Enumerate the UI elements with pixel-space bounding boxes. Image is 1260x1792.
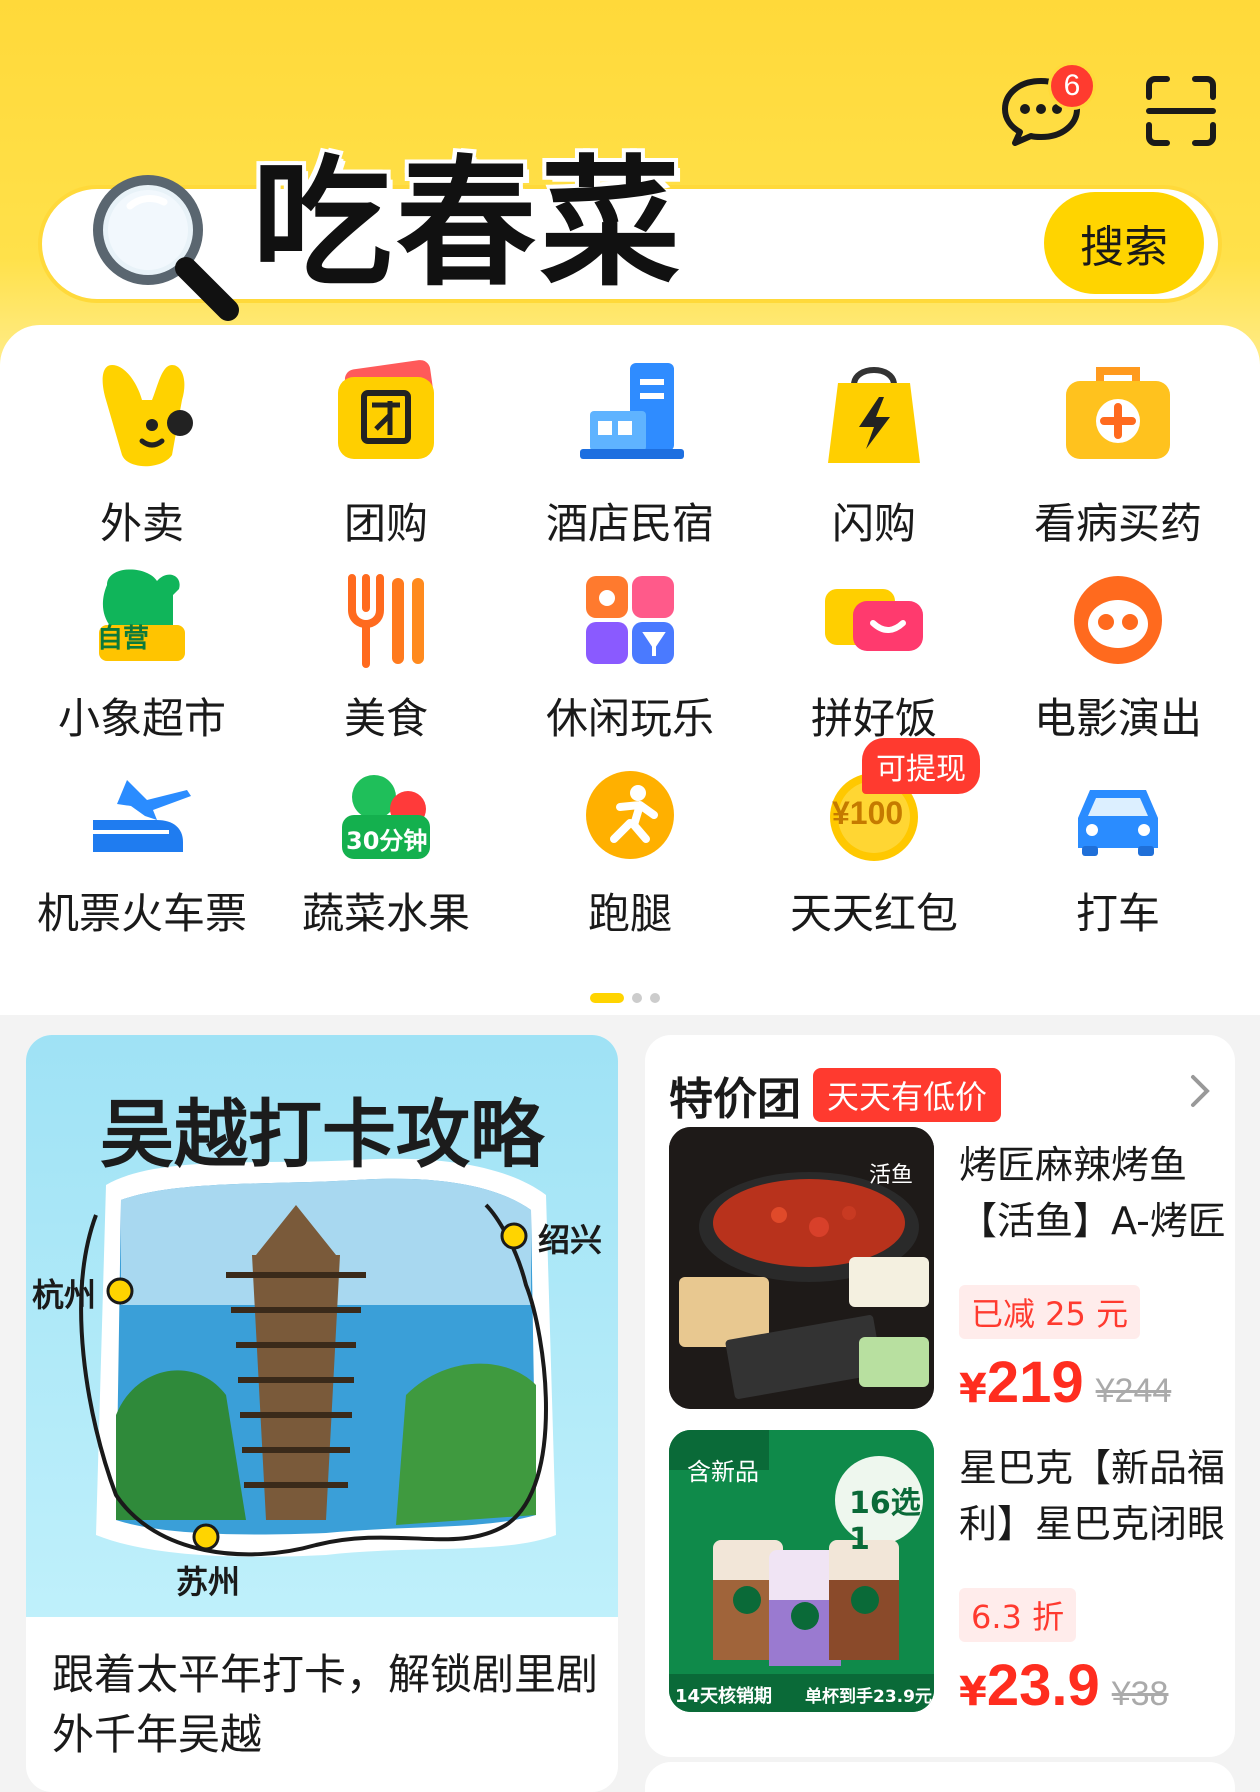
message-button[interactable]: 6 [1000, 62, 1096, 152]
category-label: 机票火车票 [36, 889, 247, 938]
category-hotel[interactable]: 酒店民宿 [508, 360, 752, 555]
scan-button[interactable] [1140, 70, 1222, 152]
banner-description: 跟着太平年打卡，解锁剧里剧外千年吴越 [52, 1650, 599, 1759]
fish-tag: 活鱼 [869, 1163, 914, 1188]
tuangou-icon [311, 345, 461, 485]
page-dot-active [590, 993, 624, 1003]
pinhaofan-icon [814, 560, 934, 680]
category-vegetable[interactable]: 30分钟 蔬菜水果 [264, 750, 508, 945]
deal-thumbnail: 活鱼 [669, 1127, 934, 1409]
deal-price: ¥23.9 ¥38 [959, 1652, 1168, 1719]
scan-icon [1146, 76, 1216, 146]
page-dot [632, 993, 642, 1003]
elephant-self-label: 自营 [97, 624, 150, 654]
special-deals-card: 特价团 天天有低价 活鱼 烤匠麻辣烤鱼【活鱼】A-烤匠 已减 25 元 ¥219… [645, 1035, 1235, 1757]
category-label: 休闲玩乐 [545, 694, 714, 743]
deal-item[interactable]: 含新品 16选1 14天核销期 单杯到手23.9元 星巴克【新品福利】星巴克闭眼… [669, 1430, 1225, 1718]
category-label: 外卖 [99, 499, 184, 548]
travel-banner-card[interactable]: 杭州 绍兴 苏州 吴越打卡攻略 跟着太平年打卡，解锁剧里剧外千年吴越 [26, 1035, 618, 1792]
category-pinhaofan[interactable]: 拼好饭 [752, 555, 996, 750]
category-leisure[interactable]: 休闲玩乐 [508, 555, 752, 750]
withdraw-tag: 可提现 [862, 738, 980, 794]
vegetable-time-label: 30分钟 [346, 827, 428, 855]
deals-tag: 天天有低价 [813, 1068, 1002, 1122]
category-red-packet[interactable]: ¥100 可提现 天天红包 [752, 738, 996, 945]
deal-name: 烤匠麻辣烤鱼【活鱼】A-烤匠 [959, 1143, 1226, 1243]
category-elephant-market[interactable]: 自营 小象超市 [20, 555, 264, 750]
pick-badge: 16选1 [849, 1486, 921, 1557]
category-label: 小象超市 [57, 694, 226, 743]
next-card-peek [645, 1762, 1235, 1792]
validity-label: 14天核销期 [675, 1686, 773, 1707]
city-hangzhou: 杭州 [32, 1276, 97, 1314]
category-movie[interactable]: 电影演出 [996, 555, 1240, 750]
magnifier-icon [93, 175, 239, 321]
hotel-icon [555, 345, 705, 485]
banner-title: 吴越打卡攻略 [100, 1092, 544, 1178]
city-shaoxing: 绍兴 [538, 1221, 603, 1259]
food-icon [326, 560, 446, 680]
deal-price: ¥219 ¥244 [959, 1349, 1171, 1416]
header-actions: 6 [1000, 62, 1222, 152]
deals-header: 特价团 天天有低价 [669, 1063, 1002, 1127]
movie-icon [1058, 560, 1178, 680]
vegetable-icon: 30分钟 [326, 755, 446, 875]
medicine-icon [1043, 345, 1193, 485]
category-tuangou[interactable]: 团购 [264, 360, 508, 555]
city-suzhou: 苏州 [176, 1563, 241, 1601]
leisure-icon [570, 560, 690, 680]
deal-item[interactable]: 活鱼 烤匠麻辣烤鱼【活鱼】A-烤匠 已减 25 元 ¥219 ¥244 [669, 1127, 1226, 1415]
category-label: 蔬菜水果 [301, 889, 470, 938]
page-dot [650, 993, 660, 1003]
errand-icon [570, 755, 690, 875]
category-waimai[interactable]: 外卖 [20, 360, 264, 555]
search-button[interactable]: 搜索 [1044, 192, 1204, 294]
chevron-right-icon[interactable] [1185, 1071, 1215, 1111]
deal-discount: 6.3 折 [959, 1588, 1077, 1642]
category-label: 打车 [1075, 889, 1160, 938]
deal-discount: 已减 25 元 [959, 1285, 1141, 1339]
category-label: 闪购 [831, 499, 916, 548]
new-product-tag: 含新品 [687, 1458, 759, 1486]
flash-buy-icon [799, 345, 949, 485]
category-ticket[interactable]: 机票火车票 [20, 750, 264, 945]
category-flash-buy[interactable]: 闪购 [752, 360, 996, 555]
category-label: 跑腿 [587, 889, 672, 938]
deals-title: 特价团 [669, 1074, 801, 1125]
price-currency: ¥ [959, 1669, 987, 1715]
price-value: 23.9 [986, 1653, 1100, 1718]
price-currency: ¥ [959, 1366, 987, 1412]
page-indicator [590, 993, 660, 1003]
price-original: ¥38 [1111, 1675, 1169, 1713]
deal-thumbnail: 含新品 16选1 14天核销期 单杯到手23.9元 [669, 1430, 934, 1712]
search-query: 吃春菜 [252, 143, 685, 306]
category-label: 看病买药 [1033, 499, 1202, 548]
deal-name: 星巴克【新品福利】星巴克闭眼 [959, 1446, 1226, 1546]
taxi-icon [1058, 755, 1178, 875]
category-grid: 外卖 团购 酒店民宿 闪购 看病买药 自营 小象超市 美食 休闲玩乐 拼好饭 电… [20, 360, 1240, 945]
category-taxi[interactable]: 打车 [996, 750, 1240, 945]
category-label: 电影演出 [1033, 694, 1202, 743]
per-cup-label: 单杯到手23.9元 [805, 1687, 932, 1707]
price-original: ¥244 [1095, 1372, 1172, 1410]
category-label: 天天红包 [789, 889, 958, 938]
category-label: 酒店民宿 [545, 499, 714, 548]
category-medicine[interactable]: 看病买药 [996, 360, 1240, 555]
red-packet-amount: ¥100 [832, 795, 904, 831]
elephant-market-icon: 自营 [82, 560, 202, 680]
category-errand[interactable]: 跑腿 [508, 750, 752, 945]
price-value: 219 [986, 1350, 1084, 1415]
ticket-icon [82, 755, 202, 875]
category-label: 美食 [343, 694, 428, 743]
message-badge: 6 [1048, 62, 1096, 110]
category-label: 团购 [343, 499, 428, 548]
waimai-icon [67, 345, 217, 485]
category-food[interactable]: 美食 [264, 555, 508, 750]
